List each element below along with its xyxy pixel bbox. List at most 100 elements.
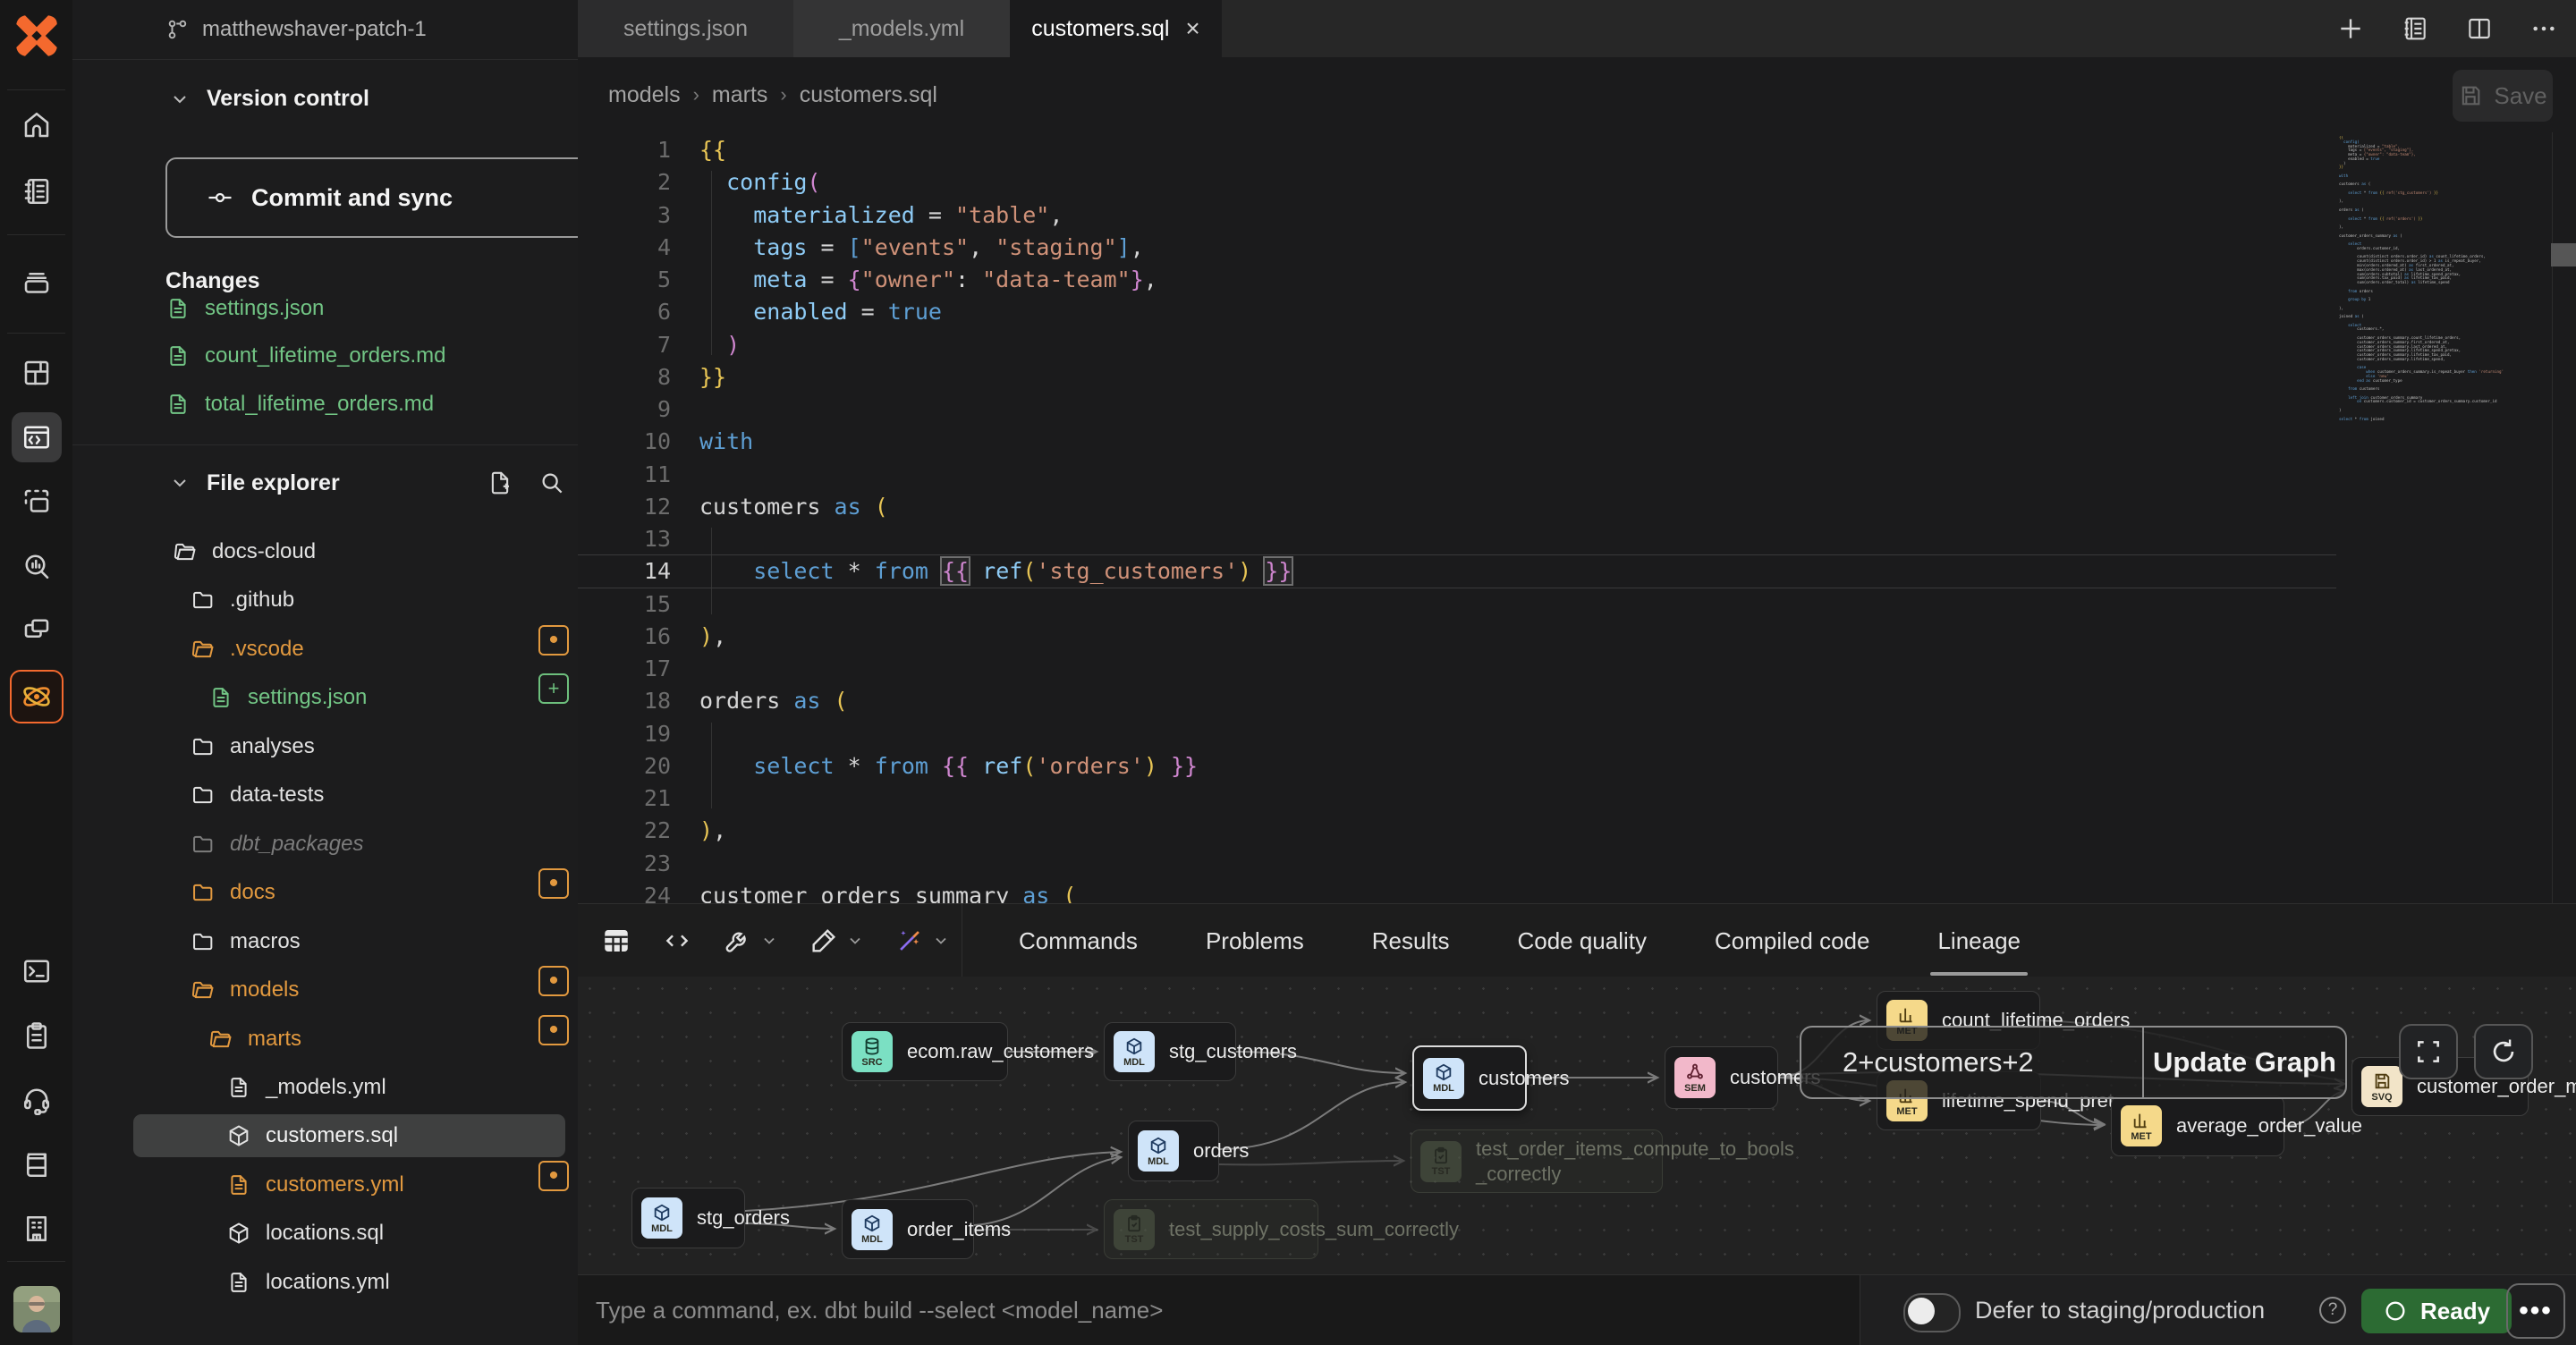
file-tree-item-.vscode[interactable]: .vscode• [72, 625, 578, 673]
panel-tab-problems[interactable]: Problems [1172, 904, 1338, 977]
file-tree-item-macros[interactable]: macros [72, 918, 578, 966]
notebook-icon[interactable] [12, 166, 62, 216]
cube-icon: MDL [1138, 1130, 1179, 1172]
file-tree-item-models[interactable]: models• [72, 966, 578, 1014]
update-graph-button[interactable]: Update Graph [2142, 1028, 2345, 1097]
clipboard-icon[interactable] [12, 1011, 62, 1061]
file-tree-item-analyses[interactable]: analyses [72, 723, 578, 771]
file-tree-item-customers.yml[interactable]: customers.yml• [72, 1161, 578, 1209]
book-icon[interactable] [12, 1139, 62, 1189]
file-tree-item-marts[interactable]: marts• [72, 1015, 578, 1063]
terminal-icon[interactable] [12, 946, 62, 996]
ready-status-badge[interactable]: Ready [2361, 1289, 2512, 1333]
minimap[interactable]: {{ config( materialized = "table", tags … [2339, 136, 2518, 422]
panel-tab-results[interactable]: Results [1338, 904, 1484, 977]
branch-selector[interactable]: matthewshaver-patch-1 [166, 0, 427, 59]
chevron-down-icon[interactable] [932, 932, 950, 950]
windows-icon[interactable] [12, 605, 62, 656]
commit-and-sync-button[interactable]: Commit and sync [165, 157, 641, 238]
code-editor[interactable]: 1 {{2 config(3 materialized = "table",4 … [578, 132, 2336, 903]
dbt-atom-icon[interactable] [10, 670, 64, 723]
more-options-icon[interactable] [2529, 14, 2558, 43]
panel-tab-code-quality[interactable]: Code quality [1483, 904, 1681, 977]
editor-tab-_models.yml[interactable]: _models.yml [793, 0, 1011, 57]
rail-separator [7, 333, 65, 334]
changed-file-row[interactable]: total_lifetime_orders.md + [165, 383, 640, 426]
editor-tab-customers.sql[interactable]: customers.sql× [1010, 0, 1222, 57]
panel-tab-commands[interactable]: Commands [985, 904, 1172, 977]
status-more-button[interactable]: ••• [2506, 1283, 2565, 1339]
file-tree-item-dbt_packages[interactable]: dbt_packages [72, 820, 578, 868]
command-input-placeholder: Type a command, ex. dbt build --select <… [596, 1297, 1163, 1324]
changed-file-row[interactable]: settings.json + [165, 287, 640, 330]
frame-select-icon[interactable] [12, 477, 62, 527]
cube-icon [226, 1123, 251, 1148]
line-number: 12 [578, 490, 671, 523]
file-tree-item-settings.json[interactable]: settings.json+ [72, 673, 578, 722]
file-tree-item-locations.yml[interactable]: locations.yml [72, 1258, 578, 1307]
code-toggle-icon[interactable] [662, 926, 692, 956]
search-insights-icon[interactable] [12, 541, 62, 591]
code-editor-icon[interactable] [12, 412, 62, 462]
version-control-header[interactable]: Version control [169, 86, 369, 112]
editor-tab-settings.json[interactable]: settings.json [578, 0, 794, 57]
chevron-down-icon[interactable] [760, 932, 778, 950]
modified-indicator: • [538, 625, 569, 656]
editor-scrollbar-thumb[interactable] [2551, 243, 2576, 266]
changed-file-row[interactable]: count_lifetime_orders.md + [165, 334, 640, 377]
new-file-icon[interactable] [487, 469, 513, 496]
search-icon[interactable] [538, 469, 565, 496]
lineage-node-order_items[interactable]: MDL order_items [842, 1199, 974, 1259]
format-icon[interactable] [809, 926, 864, 956]
dbt-logo[interactable] [12, 11, 62, 61]
help-icon[interactable]: ? [2319, 1297, 2346, 1324]
file-tree-item-docs-cloud[interactable]: docs-cloud [72, 528, 578, 576]
lineage-node-customers[interactable]: MDL customers [1412, 1045, 1527, 1111]
panel-tab-lineage[interactable]: Lineage [1903, 904, 2055, 977]
lineage-node-average_order_value[interactable]: MET average_order_value [2111, 1095, 2284, 1156]
chevron-down-icon[interactable] [846, 932, 864, 950]
home-icon[interactable] [12, 100, 62, 150]
lineage-node-stg_orders[interactable]: MDL stg_orders [631, 1188, 745, 1248]
command-input[interactable]: Type a command, ex. dbt build --select <… [578, 1275, 1860, 1345]
new-tab-icon[interactable] [2336, 14, 2365, 43]
file-tree-label: .github [230, 588, 294, 613]
ai-fix-wand-icon[interactable] [894, 926, 950, 956]
panel-tab-compiled-code[interactable]: Compiled code [1681, 904, 1903, 977]
file-tree-label: settings.json [248, 685, 367, 710]
lineage-node-orders[interactable]: MDL orders [1128, 1121, 1219, 1181]
breadcrumb-item[interactable]: models [608, 82, 681, 108]
dashboard-grid-icon[interactable] [12, 348, 62, 398]
file-tree-item-data-tests[interactable]: data-tests [72, 771, 578, 819]
results-table-icon[interactable] [601, 926, 631, 956]
lineage-graph[interactable]: SRC ecom.raw_customers MDL stg_customers… [578, 977, 2576, 1274]
breadcrumb-item[interactable]: customers.sql [800, 82, 937, 108]
breadcrumb-item[interactable]: marts [712, 82, 768, 108]
defer-toggle[interactable] [1903, 1293, 1961, 1332]
file-explorer-header[interactable]: File explorer [169, 460, 340, 506]
line-number: 2 [578, 165, 671, 199]
inbox-tray-icon[interactable] [12, 258, 62, 308]
lineage-node-test_supply_costs_sum_correctly[interactable]: TST test_supply_costs_sum_correctly [1104, 1199, 1318, 1259]
headset-icon[interactable] [12, 1075, 62, 1125]
version-control-title: Version control [207, 86, 369, 112]
lineage-node-test_order_items_compute_to_bools[interactable]: TST test_order_items_compute_to_bools _c… [1411, 1129, 1663, 1193]
user-avatar[interactable] [13, 1286, 60, 1332]
file-tree-item-customers.sql[interactable]: customers.sql [72, 1112, 578, 1160]
building-icon[interactable] [12, 1204, 62, 1254]
file-tree-item-.github[interactable]: .github [72, 576, 578, 624]
close-tab-icon[interactable]: × [1185, 14, 1199, 43]
refresh-graph-button[interactable] [2474, 1024, 2533, 1079]
split-editor-icon[interactable] [2465, 14, 2494, 43]
lineage-node-stg_customers[interactable]: MDL stg_customers [1104, 1022, 1236, 1081]
notebook-panel-icon[interactable] [2401, 14, 2429, 43]
lineage-node-ecom.raw_customers[interactable]: SRC ecom.raw_customers [842, 1022, 1008, 1081]
save-button[interactable]: Save [2453, 70, 2553, 122]
lineage-node-customers[interactable]: SEM customers [1665, 1046, 1778, 1109]
fullscreen-button[interactable] [2399, 1024, 2458, 1079]
lineage-selector-input[interactable]: 2+customers+2 [1801, 1028, 2142, 1097]
file-tree-item-locations.sql[interactable]: locations.sql [72, 1209, 578, 1257]
file-tree-item-_models.yml[interactable]: _models.yml [72, 1063, 578, 1112]
build-tools-icon[interactable] [723, 926, 778, 956]
file-tree-item-docs[interactable]: docs• [72, 868, 578, 917]
